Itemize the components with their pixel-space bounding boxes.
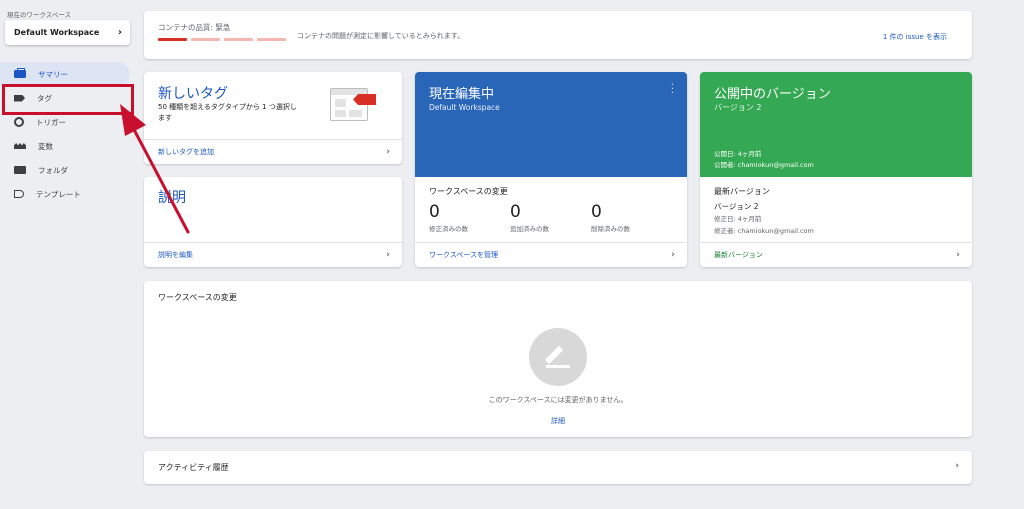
published-version: バージョン 2 <box>714 103 762 112</box>
stat-label: 追加済みの数 <box>510 225 549 233</box>
published-version-card: 公開中のバージョン バージョン 2 公開日: 4ヶ月前 公開者: chamiok… <box>700 72 972 267</box>
sidebar-item-summary[interactable]: サマリー <box>0 62 130 86</box>
deleted-stat: 0 削除済みの数 <box>591 202 630 233</box>
latest-version-link[interactable]: 最新バージョン <box>714 250 763 260</box>
activity-history-card[interactable]: アクティビティ履歴 › <box>144 451 972 484</box>
quality-message: コンテナの問題が測定に影響しているとみられます。 <box>297 32 465 40</box>
workspace-selector[interactable]: Default Workspace › <box>5 20 130 45</box>
workspace-changes-card: ワークスペースの変更 このワークスペースには変更がありません。 詳細 <box>144 281 972 437</box>
chevron-right-icon: › <box>956 250 960 260</box>
folder-icon <box>14 166 26 174</box>
trigger-icon <box>14 117 24 127</box>
chevron-right-icon: › <box>386 147 390 157</box>
sidebar-item-label: フォルダ <box>38 165 68 175</box>
added-stat: 0 追加済みの数 <box>510 202 549 233</box>
workspace-changes-heading: ワークスペースの変更 <box>429 187 508 196</box>
current-workspace-name: Default Workspace <box>429 103 500 112</box>
stat-value: 0 <box>510 202 521 222</box>
chevron-right-icon: › <box>671 250 675 260</box>
manage-workspaces-link[interactable]: ワークスペースを管理 <box>429 250 498 260</box>
view-issue-link[interactable]: 1 件の issue を表示 <box>883 32 947 42</box>
sidebar-item-folders[interactable]: フォルダ <box>0 158 130 182</box>
stat-label: 修正済みの数 <box>429 225 468 233</box>
sidebar-item-label: サマリー <box>38 69 68 79</box>
edit-pencil-icon <box>529 328 587 386</box>
published-date: 公開日: 4ヶ月前 <box>714 150 762 158</box>
no-changes-message: このワークスペースには変更がありません。 <box>488 396 628 404</box>
variable-icon <box>14 143 26 149</box>
stat-value: 0 <box>429 202 440 222</box>
workspace-name: Default Workspace <box>14 28 100 37</box>
more-vert-icon[interactable]: · · · <box>671 81 674 99</box>
quality-bar <box>191 38 220 41</box>
description-card: 説明 説明を編集 › <box>144 177 402 267</box>
published-title: 公開中のバージョン <box>714 87 831 102</box>
modifier: 修正者: chamiokun@gmail.com <box>714 227 814 235</box>
activity-history-title: アクティビティ履歴 <box>158 463 229 472</box>
stat-label: 削除済みの数 <box>591 225 630 233</box>
sidebar-item-templates[interactable]: テンプレート <box>0 182 130 206</box>
latest-version-heading: 最新バージョン <box>714 187 770 196</box>
quality-bars <box>158 38 286 41</box>
container-quality-card: コンテナの品質: 緊急 コンテナの問題が測定に影響しているとみられます。 1 件… <box>144 11 972 59</box>
current-edit-footer[interactable]: ワークスペースを管理 › <box>415 242 687 267</box>
quality-bar <box>224 38 253 41</box>
latest-version-number: バージョン 2 <box>714 202 759 211</box>
summary-icon <box>14 68 26 78</box>
quality-bar <box>257 38 286 41</box>
sidebar-item-label: トリガー <box>36 117 66 127</box>
sidebar-item-variables[interactable]: 変数 <box>0 134 130 158</box>
current-edit-header: 現在編集中 Default Workspace · · · <box>415 72 687 177</box>
modified-stat: 0 修正済みの数 <box>429 202 468 233</box>
sidebar-item-label: テンプレート <box>36 189 81 199</box>
stat-value: 0 <box>591 202 602 222</box>
description-title: 説明 <box>158 190 186 206</box>
modified-date: 修正日: 4ヶ月前 <box>714 215 762 223</box>
chevron-right-icon: › <box>386 250 390 260</box>
quality-label: コンテナの品質: 緊急 <box>158 23 231 32</box>
published-footer[interactable]: 最新バージョン › <box>700 242 972 267</box>
edit-description-link[interactable]: 説明を編集 <box>158 250 193 260</box>
sidebar: 現在のワークスペース Default Workspace › サマリー タグ ト… <box>0 0 136 509</box>
new-tag-description: 50 種類を超えるタグタイプから 1 つ選択します <box>158 103 297 122</box>
details-link[interactable]: 詳細 <box>551 417 565 425</box>
add-new-tag-link[interactable]: 新しいタグを追加 <box>158 147 214 157</box>
chevron-right-icon: › <box>955 461 959 471</box>
current-edit-card: 現在編集中 Default Workspace · · · ワークスペースの変更 0… <box>415 72 687 267</box>
annotation-highlight-box <box>2 84 134 115</box>
chevron-right-icon: › <box>117 27 122 38</box>
quality-bar <box>158 38 187 41</box>
workspace-label: 現在のワークスペース <box>7 11 72 19</box>
current-edit-title: 現在編集中 <box>429 87 495 102</box>
workspace-changes-title: ワークスペースの変更 <box>158 293 237 302</box>
publisher: 公開者: chamiokun@gmail.com <box>714 161 814 169</box>
new-tag-card[interactable]: 新しいタグ 50 種類を超えるタグタイプから 1 つ選択します 新しいタグを追加… <box>144 72 402 164</box>
new-tag-footer[interactable]: 新しいタグを追加 › <box>144 139 402 164</box>
description-footer[interactable]: 説明を編集 › <box>144 242 402 267</box>
sidebar-item-label: 変数 <box>38 141 53 151</box>
new-tag-title[interactable]: 新しいタグ <box>158 83 228 103</box>
published-header: 公開中のバージョン バージョン 2 公開日: 4ヶ月前 公開者: chamiok… <box>700 72 972 177</box>
template-icon <box>14 190 24 198</box>
